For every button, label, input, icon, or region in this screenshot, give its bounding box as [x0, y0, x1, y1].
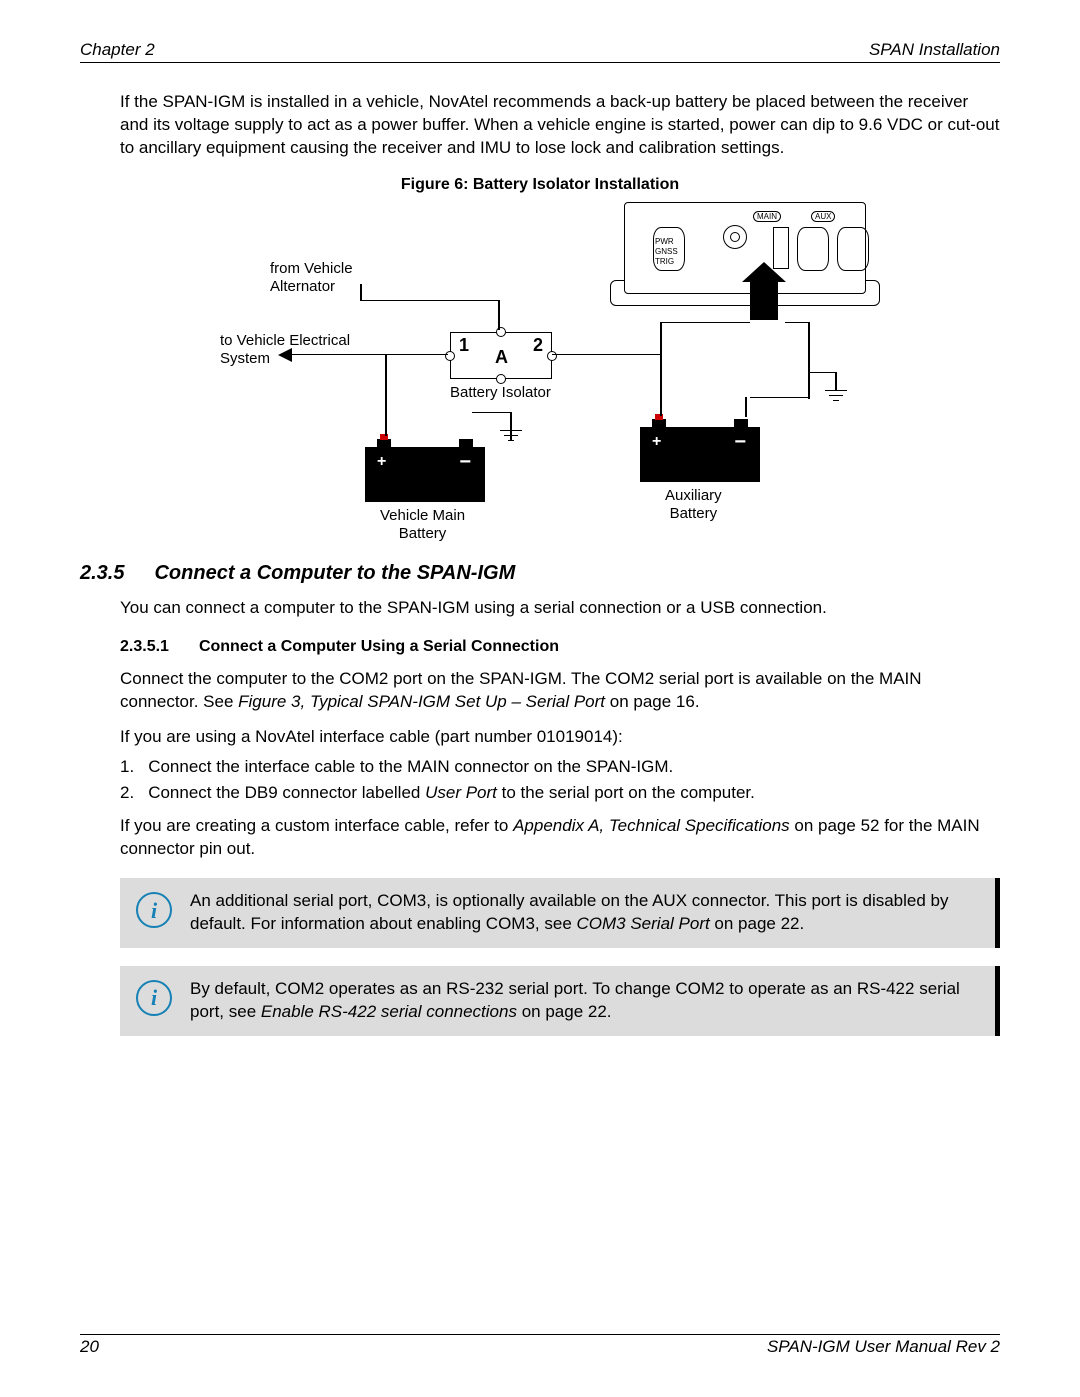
device-trig-label: TRIG [655, 257, 674, 266]
intro-paragraph: If the SPAN-IGM is installed in a vehicl… [120, 91, 1000, 160]
section-paragraph: You can connect a computer to the SPAN-I… [120, 597, 1000, 620]
arrow-up-icon [750, 280, 778, 320]
header-right: SPAN Installation [869, 40, 1000, 60]
sub-para-3: If you are creating a custom interface c… [120, 815, 1000, 861]
device-aux-label: AUX [811, 211, 835, 222]
page-header: Chapter 2 SPAN Installation [80, 40, 1000, 63]
footer-title: SPAN-IGM User Manual Rev 2 [767, 1337, 1000, 1357]
arrow-left-icon [278, 348, 292, 362]
info-icon: i [136, 892, 172, 928]
page: Chapter 2 SPAN Installation If the SPAN-… [0, 0, 1080, 1397]
page-footer: 20 SPAN-IGM User Manual Rev 2 [80, 1334, 1000, 1357]
figure-diagram: PWR GNSS TRIG MAIN AUX from Vehicle Alte… [190, 202, 890, 542]
info-icon: i [136, 980, 172, 1016]
header-left: Chapter 2 [80, 40, 155, 60]
span-igm-device: PWR GNSS TRIG MAIN AUX [610, 202, 880, 312]
label-main-battery: Vehicle Main Battery [380, 507, 465, 543]
steps-list: 1. Connect the interface cable to the MA… [120, 757, 1000, 803]
appendix-reference[interactable]: Appendix A, Technical Specifications [513, 816, 790, 835]
sub-para-2: If you are using a NovAtel interface cab… [120, 726, 1000, 749]
label-from-alternator: from Vehicle Alternator [270, 260, 353, 296]
com3-reference[interactable]: COM3 Serial Port [577, 914, 710, 933]
note-box-1: i An additional serial port, COM3, is op… [120, 878, 1000, 948]
section-number: 2.3.5 [80, 562, 124, 585]
step-1: 1. Connect the interface cable to the MA… [120, 757, 1000, 777]
rs422-reference[interactable]: Enable RS-422 serial connections [261, 1002, 517, 1021]
aux-battery: +− [640, 427, 760, 482]
figure-caption: Figure 6: Battery Isolator Installation [80, 176, 1000, 194]
sub-para-1: Connect the computer to the COM2 port on… [120, 668, 1000, 714]
device-pwr-label: PWR [655, 237, 674, 246]
label-isolator: Battery Isolator [450, 384, 551, 402]
note-box-2: i By default, COM2 operates as an RS-232… [120, 966, 1000, 1036]
section-title-text: Connect a Computer to the SPAN-IGM [154, 562, 515, 585]
subsection-number: 2.3.5.1 [120, 638, 169, 656]
main-battery: +− [365, 447, 485, 502]
device-gnss-label: GNSS [655, 247, 678, 256]
page-number: 20 [80, 1337, 99, 1357]
subsection-heading: 2.3.5.1 Connect a Computer Using a Seria… [120, 638, 1000, 656]
figure-reference[interactable]: Figure 3, Typical SPAN-IGM Set Up – Seri… [238, 692, 605, 711]
battery-isolator: 1A2 [450, 332, 552, 379]
section-heading: 2.3.5 Connect a Computer to the SPAN-IGM [80, 562, 1000, 585]
device-main-label: MAIN [753, 211, 781, 222]
step-2: 2. Connect the DB9 connector labelled Us… [120, 783, 1000, 803]
subsection-title-text: Connect a Computer Using a Serial Connec… [199, 638, 559, 656]
label-aux-battery: Auxiliary Battery [665, 487, 722, 523]
